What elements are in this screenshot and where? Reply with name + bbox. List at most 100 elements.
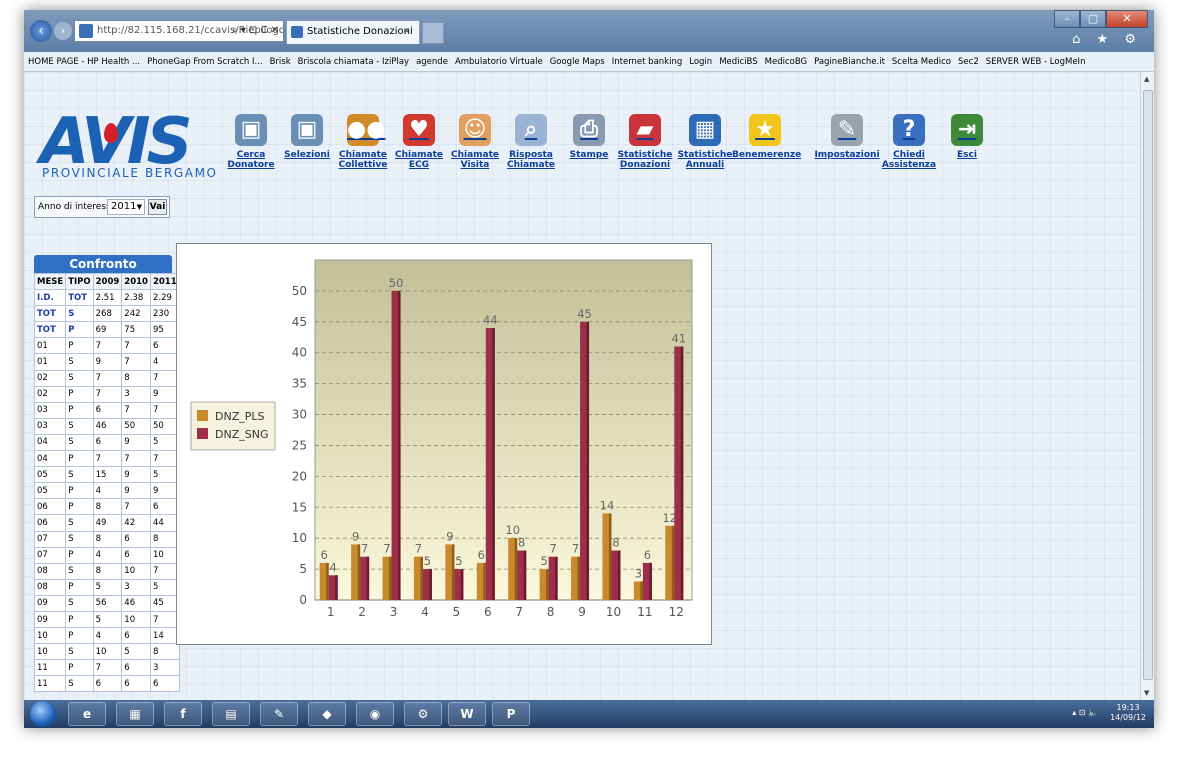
table-cell: S — [65, 417, 94, 435]
clock[interactable]: 19:13 14/09/12 — [1110, 703, 1146, 723]
table-cell: 6 — [121, 546, 151, 564]
table-cell: P — [65, 401, 94, 419]
table-cell: P — [65, 659, 94, 677]
close-button[interactable]: ✕ — [1106, 10, 1148, 28]
taskbar-store-icon[interactable]: ▦ — [116, 702, 154, 726]
menu-item-label: Donatore — [227, 160, 275, 170]
table-cell: TOT — [33, 321, 67, 339]
start-button-icon[interactable] — [30, 701, 56, 727]
table-cell: 6 — [149, 675, 180, 693]
table-row: 07 S 8 6 8 — [33, 530, 180, 548]
bar-shade — [483, 562, 486, 600]
address-controls[interactable]: ⌕ ▾ ⊡ C ✕ — [232, 21, 279, 41]
year-select[interactable]: 2011 ▼ — [107, 199, 145, 215]
table-cell: 44 — [149, 514, 180, 532]
taskbar-media-icon[interactable]: ◉ — [356, 702, 394, 726]
table-cell: 7 — [149, 610, 180, 629]
menu-item-benemerenze[interactable]: ★ Benemerenze — [732, 114, 801, 160]
table-cell: 9 — [121, 482, 151, 500]
favorite-link[interactable]: MediciBS — [719, 57, 757, 67]
table-cell: P — [65, 610, 94, 629]
table-cell: 04 — [33, 450, 67, 468]
taskbar-facebook-icon[interactable]: f — [164, 702, 202, 726]
table-cell: 46 — [121, 594, 151, 612]
table-cell: 50 — [121, 417, 151, 435]
taskbar-powerpoint-icon[interactable]: P — [492, 702, 530, 726]
menu-item-statistiche-annuali[interactable]: ▦ Statistiche Annuali — [672, 114, 738, 170]
menu-item-chiedi-assistenza[interactable]: ? Chiedi Assistenza — [876, 114, 942, 170]
favorite-link[interactable]: HOME PAGE - HP Health ... — [28, 57, 140, 67]
scroll-up-icon[interactable]: ▲ — [1144, 75, 1149, 83]
favorite-link[interactable]: Internet banking — [612, 57, 683, 67]
minimize-button[interactable]: – — [1054, 10, 1080, 28]
table-cell: 5 — [149, 433, 180, 452]
favorite-link[interactable]: Scelta Medico — [892, 57, 951, 67]
taskbar-notes-icon[interactable]: ✎ — [260, 702, 298, 726]
table-cell: P — [65, 498, 94, 516]
table-cell: 11 — [33, 659, 67, 677]
chevron-down-icon: ▼ — [136, 203, 142, 211]
new-tab-button[interactable] — [422, 22, 444, 44]
taskbar-network-icon[interactable]: ⚙ — [404, 702, 442, 726]
favorite-link[interactable]: agende — [416, 57, 448, 67]
favorite-link[interactable]: PhoneGap From Scratch I... — [147, 57, 262, 67]
table-cell: S — [65, 466, 94, 484]
y-tick-label: 15 — [292, 500, 307, 514]
favorite-link[interactable]: Google Maps — [550, 57, 605, 67]
bar-shade — [451, 544, 455, 600]
menu-item-risposta-chiamate[interactable]: ⌕ Risposta Chiamate — [498, 114, 564, 170]
table-cell: S — [65, 562, 94, 580]
address-bar[interactable]: http://82.115.168.21/ccavis/RiepilogoE ⌕… — [74, 20, 284, 42]
favorite-link[interactable]: Brisk — [270, 57, 291, 67]
table-cell: 6 — [92, 675, 123, 693]
tab-close-icon[interactable]: × — [403, 21, 411, 43]
avis-logo[interactable]: AVIS PROVINCIALE BERGAMO — [40, 110, 216, 182]
table-cell: 5 — [92, 610, 123, 629]
table-cell: 6 — [121, 675, 151, 693]
favorite-link[interactable]: Briscola chiamata - IziPlay — [298, 57, 409, 67]
table-cell: 9 — [121, 433, 151, 452]
table-cell: P — [65, 450, 94, 468]
y-tick-label: 30 — [292, 408, 307, 422]
favorite-link[interactable]: SERVER WEB - LogMeIn — [986, 57, 1086, 67]
data-label: 44 — [483, 313, 498, 327]
table-cell: 7 — [149, 562, 180, 580]
table-cell: 95 — [149, 321, 180, 339]
favorite-link[interactable]: MedicoBG — [765, 57, 807, 67]
menu-item-impostazioni[interactable]: ✎ Impostazioni — [814, 114, 880, 160]
table-row: 04 P 7 7 7 — [33, 450, 180, 468]
vertical-scrollbar[interactable]: ▲ ▼ — [1140, 72, 1154, 700]
table-cell: TOT — [65, 289, 94, 307]
table-row: 09 P 5 10 7 — [33, 610, 180, 629]
tab-statistiche-donazioni[interactable]: Statistiche Donazioni × — [286, 20, 420, 44]
bar-shade — [617, 550, 621, 600]
table-cell: 10 — [121, 610, 151, 629]
forward-icon[interactable]: › — [54, 22, 72, 40]
table-cell: 7 — [149, 401, 180, 419]
table-cell: S — [65, 369, 94, 387]
data-label: 7 — [361, 542, 368, 556]
favorite-link[interactable]: Sec2 — [958, 57, 979, 67]
browser-tool-icons[interactable]: ⌂ ★ ⚙ — [1072, 32, 1142, 47]
favorite-link[interactable]: Login — [689, 57, 712, 67]
favorite-link[interactable]: PagineBianche.it — [814, 57, 885, 67]
system-tray-icons[interactable]: ▴ ⊡ 🔈 — [1072, 708, 1098, 717]
scrollbar-thumb[interactable] — [1143, 90, 1153, 680]
back-icon[interactable]: ‹ — [30, 20, 52, 42]
year-select-value: 2011 — [111, 201, 137, 212]
taskbar-word-icon[interactable]: W — [448, 702, 486, 726]
scroll-down-icon[interactable]: ▼ — [1144, 689, 1149, 697]
menu-item-statistiche-donazioni[interactable]: ▰ Statistiche Donazioni — [612, 114, 678, 170]
bar-shade — [555, 556, 558, 600]
vai-button[interactable]: Vai — [148, 199, 167, 215]
maximize-button[interactable]: ▢ — [1080, 10, 1106, 28]
menu-item-esci[interactable]: ⇥ Esci — [934, 114, 1000, 160]
x-tick-label: 5 — [453, 605, 461, 619]
table-cell: 6 — [121, 530, 151, 548]
taskbar-ie-icon[interactable]: e — [68, 702, 106, 726]
taskbar-explorer-icon[interactable]: ▤ — [212, 702, 250, 726]
year-filter-label: Anno di interesse — [38, 202, 117, 212]
people-icon: ●● — [347, 114, 385, 146]
taskbar-cube-icon[interactable]: ◆ — [308, 702, 346, 726]
favorite-link[interactable]: Ambulatorio Virtuale — [455, 57, 543, 67]
